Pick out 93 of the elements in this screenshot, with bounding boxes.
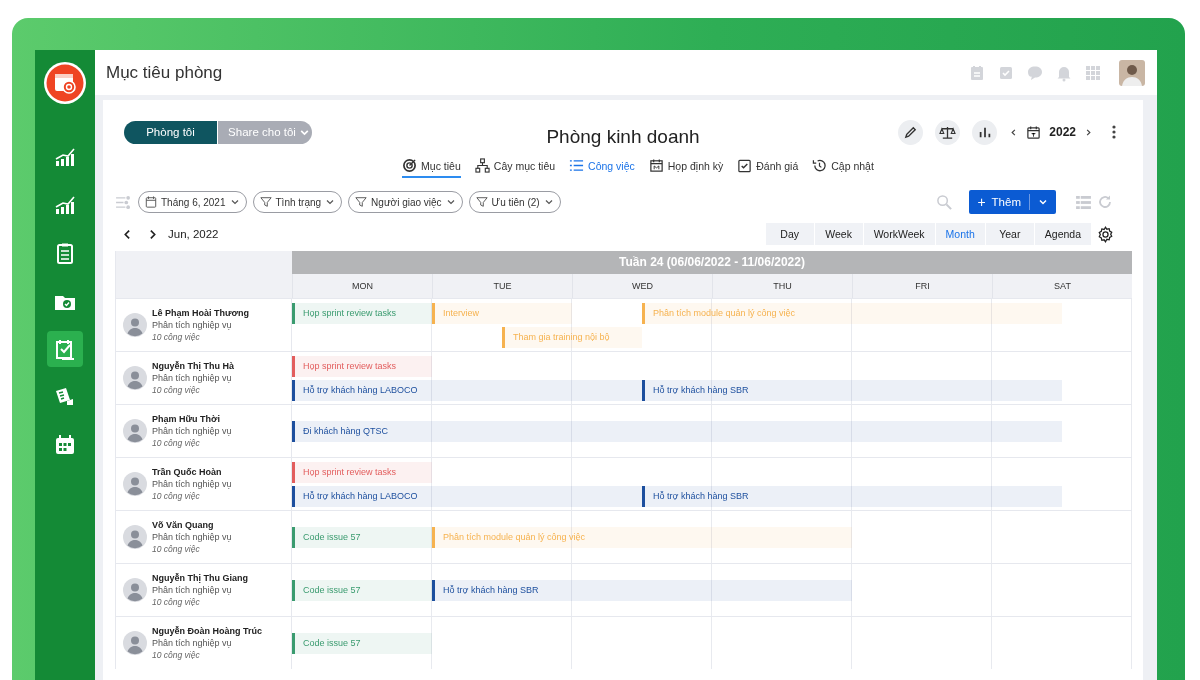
task-count: 10 công việc	[152, 544, 201, 554]
event-bar[interactable]: Đi khách hàng QTSC	[292, 420, 1062, 442]
filter-icon	[355, 196, 368, 208]
caret-icon	[543, 197, 554, 207]
filter-chip[interactable]: Tình trạng	[252, 191, 343, 213]
task-count: 10 công việc	[152, 438, 201, 448]
person-role: Phân tích nghiệp vụ	[152, 585, 233, 595]
scale-icon	[939, 124, 957, 140]
month-label: Jun, 2022	[168, 228, 219, 240]
person-role: Phân tích nghiệp vụ	[152, 320, 233, 330]
event-bar[interactable]: Hỗ trợ khách hàng LABOCO	[292, 485, 642, 507]
avatar	[123, 419, 147, 443]
person-name: Nguyễn Thị Thu Giang	[152, 573, 248, 583]
person-role: Phân tích nghiệp vụ	[152, 479, 232, 489]
avatar	[123, 366, 147, 390]
event-bar[interactable]: Hỗ trợ khách hàng SBR	[642, 485, 1062, 507]
avatar	[123, 525, 147, 549]
caret-icon	[1038, 197, 1048, 207]
view-tab[interactable]: WorkWeek	[863, 223, 935, 245]
history-icon	[812, 158, 828, 173]
add-button[interactable]: + Thêm	[969, 190, 1056, 214]
task-count: 10 công việc	[152, 385, 201, 395]
tab[interactable]: Cập nhật	[812, 156, 874, 178]
person-role: Phân tích nghiệp vụ	[152, 373, 233, 383]
person-name: Lê Phạm Hoài Thương	[152, 308, 249, 318]
filter-chip[interactable]: Ưu tiên (2)	[468, 191, 561, 213]
view-tab[interactable]: Agenda	[1034, 223, 1091, 245]
event-bar[interactable]: Hỗ trợ khách hàng SBR	[642, 379, 1062, 401]
checkbox-icon	[737, 158, 753, 173]
page-title: Phòng kinh doanh	[546, 126, 700, 148]
sidebar-item[interactable]	[47, 331, 83, 367]
filter-chip[interactable]: Tháng 6, 2021	[138, 191, 247, 213]
settings-icon[interactable]	[1097, 225, 1114, 243]
person-role: Phân tích nghiệp vụ	[152, 638, 233, 648]
edit-button[interactable]	[898, 119, 924, 145]
caret-icon	[445, 197, 456, 207]
tab[interactable]: Đánh giá	[737, 156, 799, 178]
person-role: Phân tích nghiệp vụ	[152, 426, 232, 436]
avatar	[123, 472, 147, 496]
event-bar[interactable]: Hỗ trợ khách hàng SBR	[432, 579, 852, 601]
calendar-check-icon	[53, 337, 77, 361]
tab[interactable]: Họp định kỳ	[648, 156, 724, 178]
tab[interactable]: Công việc	[569, 156, 635, 178]
task-count: 10 công việc	[152, 650, 201, 660]
week-title: Tuần 24 (06/06/2022 - 11/06/2022)	[292, 251, 1132, 274]
list-icon	[569, 158, 585, 173]
chart-button[interactable]	[972, 119, 998, 145]
hierarchy-icon	[474, 158, 490, 173]
caret-icon	[229, 197, 240, 207]
view-tab[interactable]: Week	[814, 223, 863, 245]
filter-chip[interactable]: Người giao việc	[348, 191, 463, 213]
year-label: 2022	[1049, 125, 1076, 139]
day-header: MON	[292, 274, 432, 298]
filter-icon	[259, 196, 272, 208]
calendar-icon	[1026, 124, 1042, 140]
person-name: Trần Quốc Hoàn	[152, 467, 223, 477]
day-header: FRI	[852, 274, 992, 298]
target-icon	[402, 158, 418, 173]
scale-button[interactable]	[935, 119, 961, 145]
bar-chart-icon	[977, 125, 992, 139]
tab[interactable]: Cây mục tiêu	[474, 156, 556, 178]
person-name: Phạm Hữu Thời	[152, 414, 221, 424]
person-name: Nguyễn Đoàn Hoàng Trúc	[152, 626, 262, 636]
event-bar[interactable]: Hỗ trợ khách hàng LABOCO	[292, 379, 642, 401]
caret-icon	[325, 197, 336, 207]
task-count: 10 công việc	[152, 491, 201, 501]
next-icon[interactable]	[1084, 127, 1093, 137]
calendar-icon	[53, 433, 77, 457]
day-header: TUE	[432, 274, 572, 298]
avatar	[123, 313, 147, 337]
person-role: Phân tích nghiệp vụ	[152, 532, 232, 542]
avatar	[123, 631, 147, 655]
avatar	[123, 578, 147, 602]
view-tab[interactable]: Day	[765, 223, 814, 245]
app-title: Mục tiêu phòng	[106, 62, 224, 83]
task-count: 10 công việc	[152, 597, 201, 607]
logo-icon	[43, 61, 87, 105]
person-name: Nguyễn Thị Thu Hà	[152, 361, 234, 371]
scope-tab[interactable]: Phòng tôi	[124, 120, 218, 144]
filter-icon	[475, 196, 488, 208]
calendar-icon	[145, 196, 157, 208]
pencil-icon	[903, 124, 919, 140]
person-name: Võ Văn Quang	[152, 520, 215, 530]
tab[interactable]: Mục tiêu	[402, 156, 461, 178]
day-header: WED	[572, 274, 712, 298]
more-icon[interactable]	[1111, 124, 1117, 140]
day-header: SAT	[992, 274, 1132, 298]
calendar-icon	[648, 158, 664, 173]
view-tab[interactable]: Year	[985, 223, 1034, 245]
view-tab[interactable]: Month	[935, 223, 985, 245]
day-header: THU	[712, 274, 852, 298]
user-avatar[interactable]	[1119, 59, 1145, 86]
task-count: 10 công việc	[152, 332, 201, 342]
